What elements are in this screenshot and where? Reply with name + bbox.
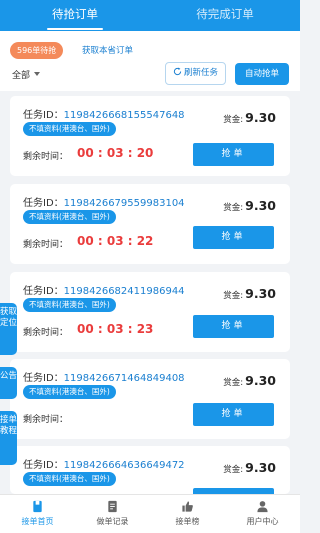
task-id-line: 任务ID：1198426671464849408 [23,369,185,384]
task-id-value: 1198426679559983104 [63,198,185,209]
pending-count-badge: 596单待抢 [10,42,64,59]
task-type-tag: 不填资料(港澳台、国外) [23,210,116,224]
home-icon [33,500,42,513]
task-type-tag: 不填资料(港澳台、国外) [23,298,116,312]
remaining-time-value: 00 : 03 : 23 [77,322,154,336]
task-type-tag: 不填资料(港澳台、国外) [23,472,116,486]
nav-home[interactable]: 接单首页 [0,495,75,533]
remaining-time-value: 00 : 03 : 22 [77,234,154,248]
task-id-line: 任务ID：1198426668155547648 [23,106,185,121]
top-tab-bar: 待抢订单 待完成订单 [0,0,300,31]
order-card: 任务ID：1198426668155547648 不填资料(港澳台、国外) 赏金… [10,96,290,176]
task-id-label: 任务ID： [23,110,64,121]
province-orders-link[interactable]: 获取本省订单 [82,44,133,56]
reward-label: 赏金: [223,115,244,125]
reward-amount: 9.30 [245,373,276,388]
refresh-icon [173,67,182,76]
bottom-nav: 接单首页 做单记录 接单榜 用户中心 [0,494,300,533]
reward-amount: 9.30 [245,460,276,475]
reward: 赏金: 9.30 [223,286,276,301]
reward: 赏金: 9.30 [223,110,276,125]
remaining-time-label: 剩余时间： [23,415,69,425]
grab-order-button[interactable]: 抢单 [193,226,274,249]
task-id-line: 任务ID：1198426664636649472 [23,456,185,471]
chevron-down-icon [34,72,41,76]
remaining-time-label: 剩余时间： [23,240,69,250]
user-icon [257,501,268,513]
nav-ranking-label: 接单榜 [175,517,200,526]
announcement-tab[interactable]: 公告 [0,367,17,399]
reward-amount: 9.30 [245,110,276,125]
reward-label: 赏金: [223,291,244,301]
filter-label: 全部 [12,71,31,81]
thumbs-up-icon [182,501,193,512]
order-card: 任务ID：1198426664636649472 不填资料(港澳台、国外) 赏金… [10,446,290,494]
task-type-tag: 不填资料(港澳台、国外) [23,122,116,136]
nav-user-center[interactable]: 用户中心 [225,495,300,533]
grab-order-button[interactable]: 抢单 [193,403,274,426]
order-card: 任务ID：1198426671464849408 不填资料(港澳台、国外) 赏金… [10,359,290,439]
refresh-tasks-button[interactable]: 刷新任务 [165,62,226,85]
filter-dropdown[interactable]: 全部 [12,68,41,81]
task-id-label: 任务ID： [23,286,64,297]
remaining-time-label: 剩余时间： [23,152,69,162]
task-id-line: 任务ID：1198426679559983104 [23,194,185,209]
reward-label: 赏金: [223,378,244,388]
task-id-value: 1198426664636649472 [63,460,185,471]
nav-home-label: 接单首页 [21,517,54,526]
reward-amount: 9.30 [245,286,276,301]
order-card: 任务ID：1198426682411986944 不填资料(港澳台、国外) 赏金… [10,272,290,352]
filter-bar: 596单待抢 获取本省订单 全部 刷新任务 自动抢单 [0,31,300,91]
task-id-label: 任务ID： [23,198,64,209]
tab-pending-orders[interactable]: 待抢订单 [0,0,150,31]
task-id-value: 1198426668155547648 [63,110,185,121]
reward: 赏金: 9.30 [223,198,276,213]
nav-user-center-label: 用户中心 [246,517,279,526]
get-location-tab[interactable]: 获取定位 [0,303,17,355]
remaining-time-value: 00 : 03 : 20 [77,146,154,160]
grab-order-button[interactable]: 抢单 [193,315,274,338]
nav-records[interactable]: 做单记录 [75,495,150,533]
task-id-line: 任务ID：1198426682411986944 [23,282,185,297]
auto-grab-button[interactable]: 自动抢单 [235,63,289,85]
task-id-label: 任务ID： [23,373,64,384]
nav-records-label: 做单记录 [96,517,129,526]
reward-amount: 9.30 [245,198,276,213]
refresh-label: 刷新任务 [183,68,218,78]
reward: 赏金: 9.30 [223,373,276,388]
task-id-label: 任务ID： [23,460,64,471]
nav-ranking[interactable]: 接单榜 [150,495,225,533]
task-id-value: 1198426682411986944 [63,286,185,297]
tutorial-tab[interactable]: 接单教程 [0,411,17,465]
task-type-tag: 不填资料(港澳台、国外) [23,385,116,399]
reward-label: 赏金: [223,465,244,475]
grab-order-button[interactable]: 抢单 [193,143,274,166]
tab-to-complete-orders[interactable]: 待完成订单 [150,0,300,31]
order-card: 任务ID：1198426679559983104 不填资料(港澳台、国外) 赏金… [10,184,290,264]
reward: 赏金: 9.30 [223,460,276,475]
remaining-time-label: 剩余时间： [23,328,69,338]
record-icon [108,500,117,513]
reward-label: 赏金: [223,203,244,213]
task-id-value: 1198426671464849408 [63,373,185,384]
